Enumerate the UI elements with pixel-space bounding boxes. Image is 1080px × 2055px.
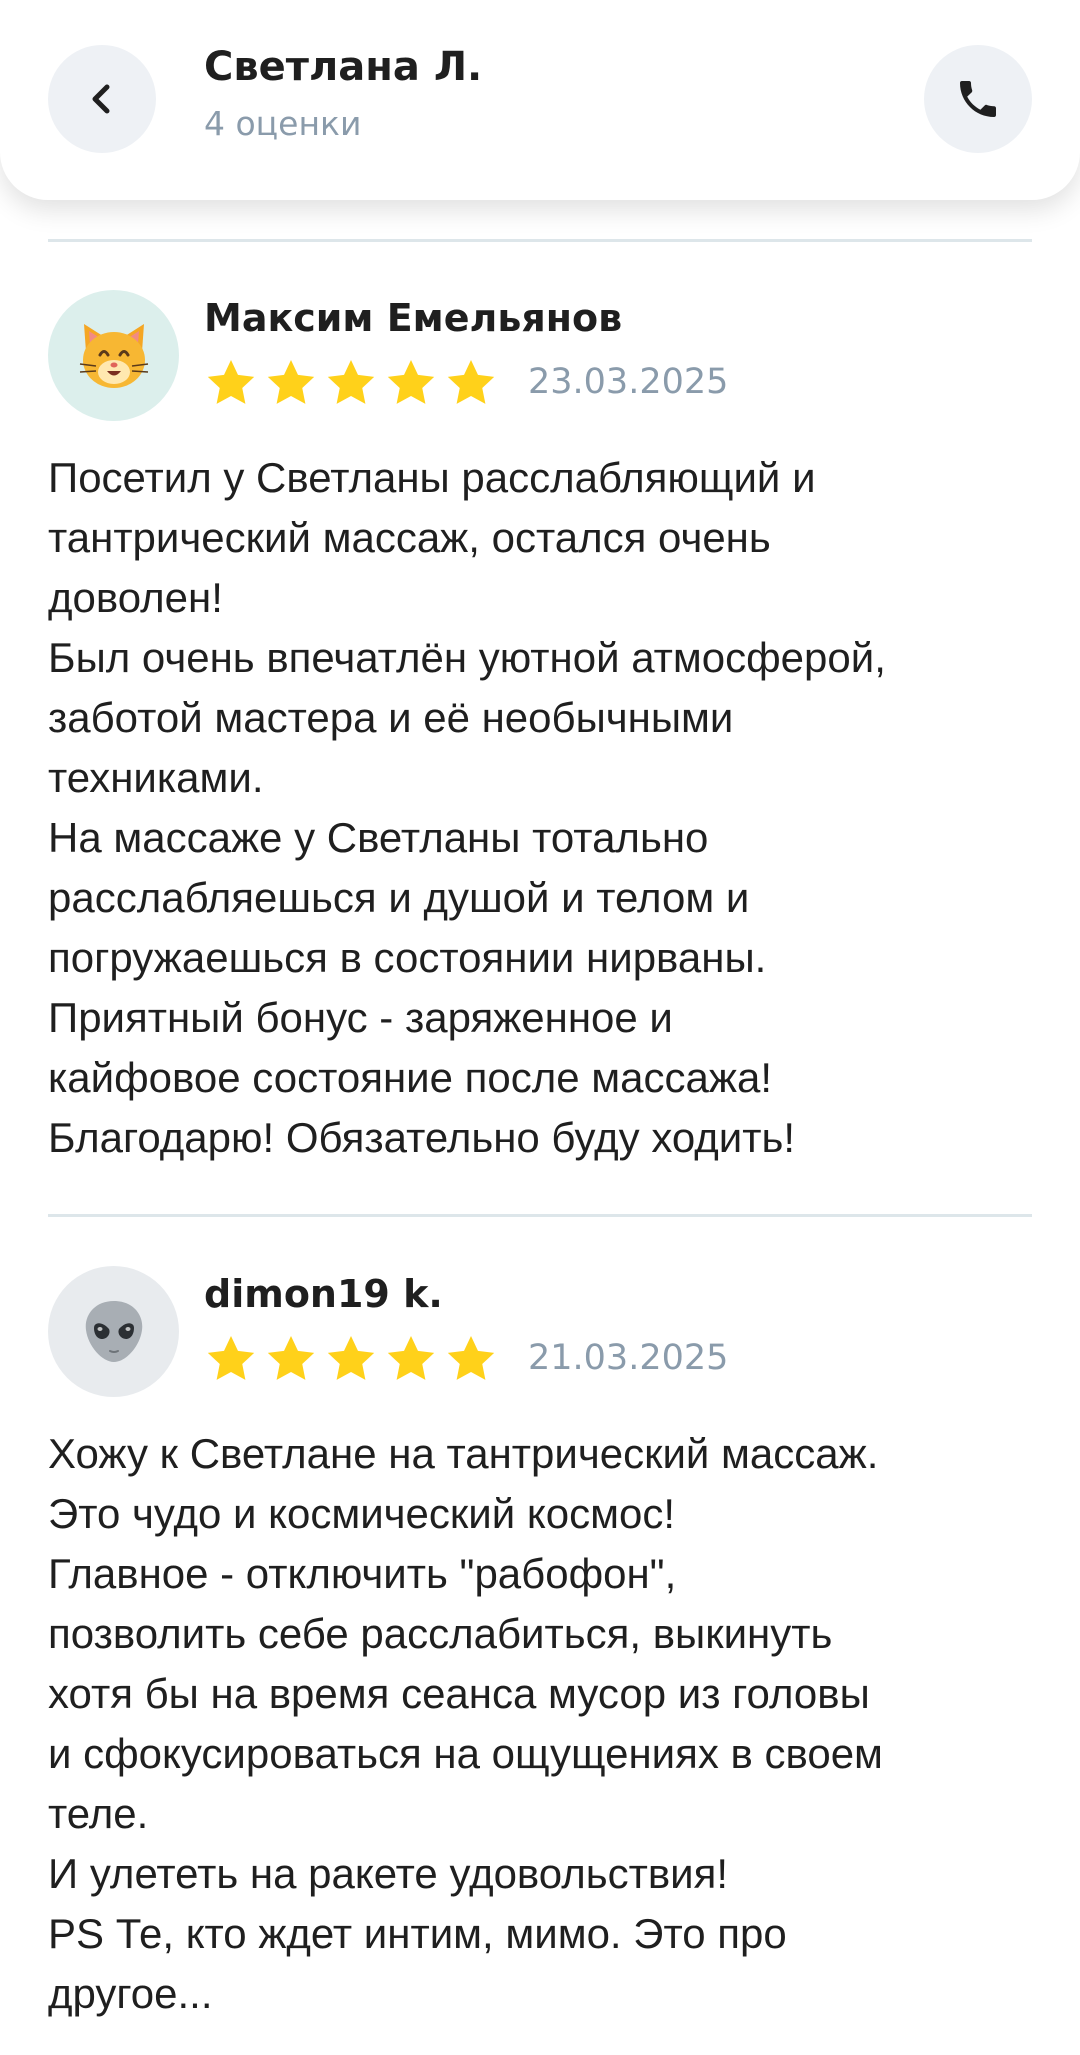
chevron-left-icon — [92, 84, 110, 114]
back-button[interactable] — [48, 45, 156, 153]
divider — [48, 239, 1032, 242]
star-rating — [204, 356, 498, 410]
star-icon — [387, 360, 435, 404]
star-icon — [207, 1336, 255, 1380]
star-icon — [447, 360, 495, 404]
avatar — [48, 1266, 179, 1397]
star-icon — [447, 1336, 495, 1380]
call-button[interactable] — [924, 45, 1032, 153]
star-icon — [267, 360, 315, 404]
avatar — [48, 290, 179, 421]
review-date: 21.03.2025 — [528, 1338, 729, 1378]
divider — [48, 1214, 1032, 1217]
star-icon — [267, 1336, 315, 1380]
cat-face-icon — [79, 323, 148, 388]
review-text: Посетил у Светланы расслабляющий и тантр… — [48, 454, 886, 1161]
review-date: 23.03.2025 — [528, 362, 729, 402]
phone-icon — [960, 81, 996, 117]
star-rating — [204, 1332, 498, 1386]
review-item: dimon19 k. 21.03.2025 Хожу к Светлане на… — [0, 1266, 1080, 2055]
star-icon — [387, 1336, 435, 1380]
star-icon — [327, 1336, 375, 1380]
ratings-count: 4 оценки — [204, 104, 362, 143]
review-item: Максим Емельянов 23.03.2025 Посетил у Св… — [0, 290, 1080, 1170]
master-name: Светлана Л. — [204, 44, 483, 90]
star-icon — [327, 360, 375, 404]
reviewer-name: Максим Емельянов — [204, 296, 623, 340]
reviewer-name: dimon19 k. — [204, 1272, 443, 1316]
star-icon — [207, 360, 255, 404]
review-text: Хожу к Светлане на тантрический массаж. … — [48, 1430, 883, 2017]
alien-face-icon — [85, 1300, 142, 1362]
header: Светлана Л. 4 оценки — [0, 0, 1080, 200]
